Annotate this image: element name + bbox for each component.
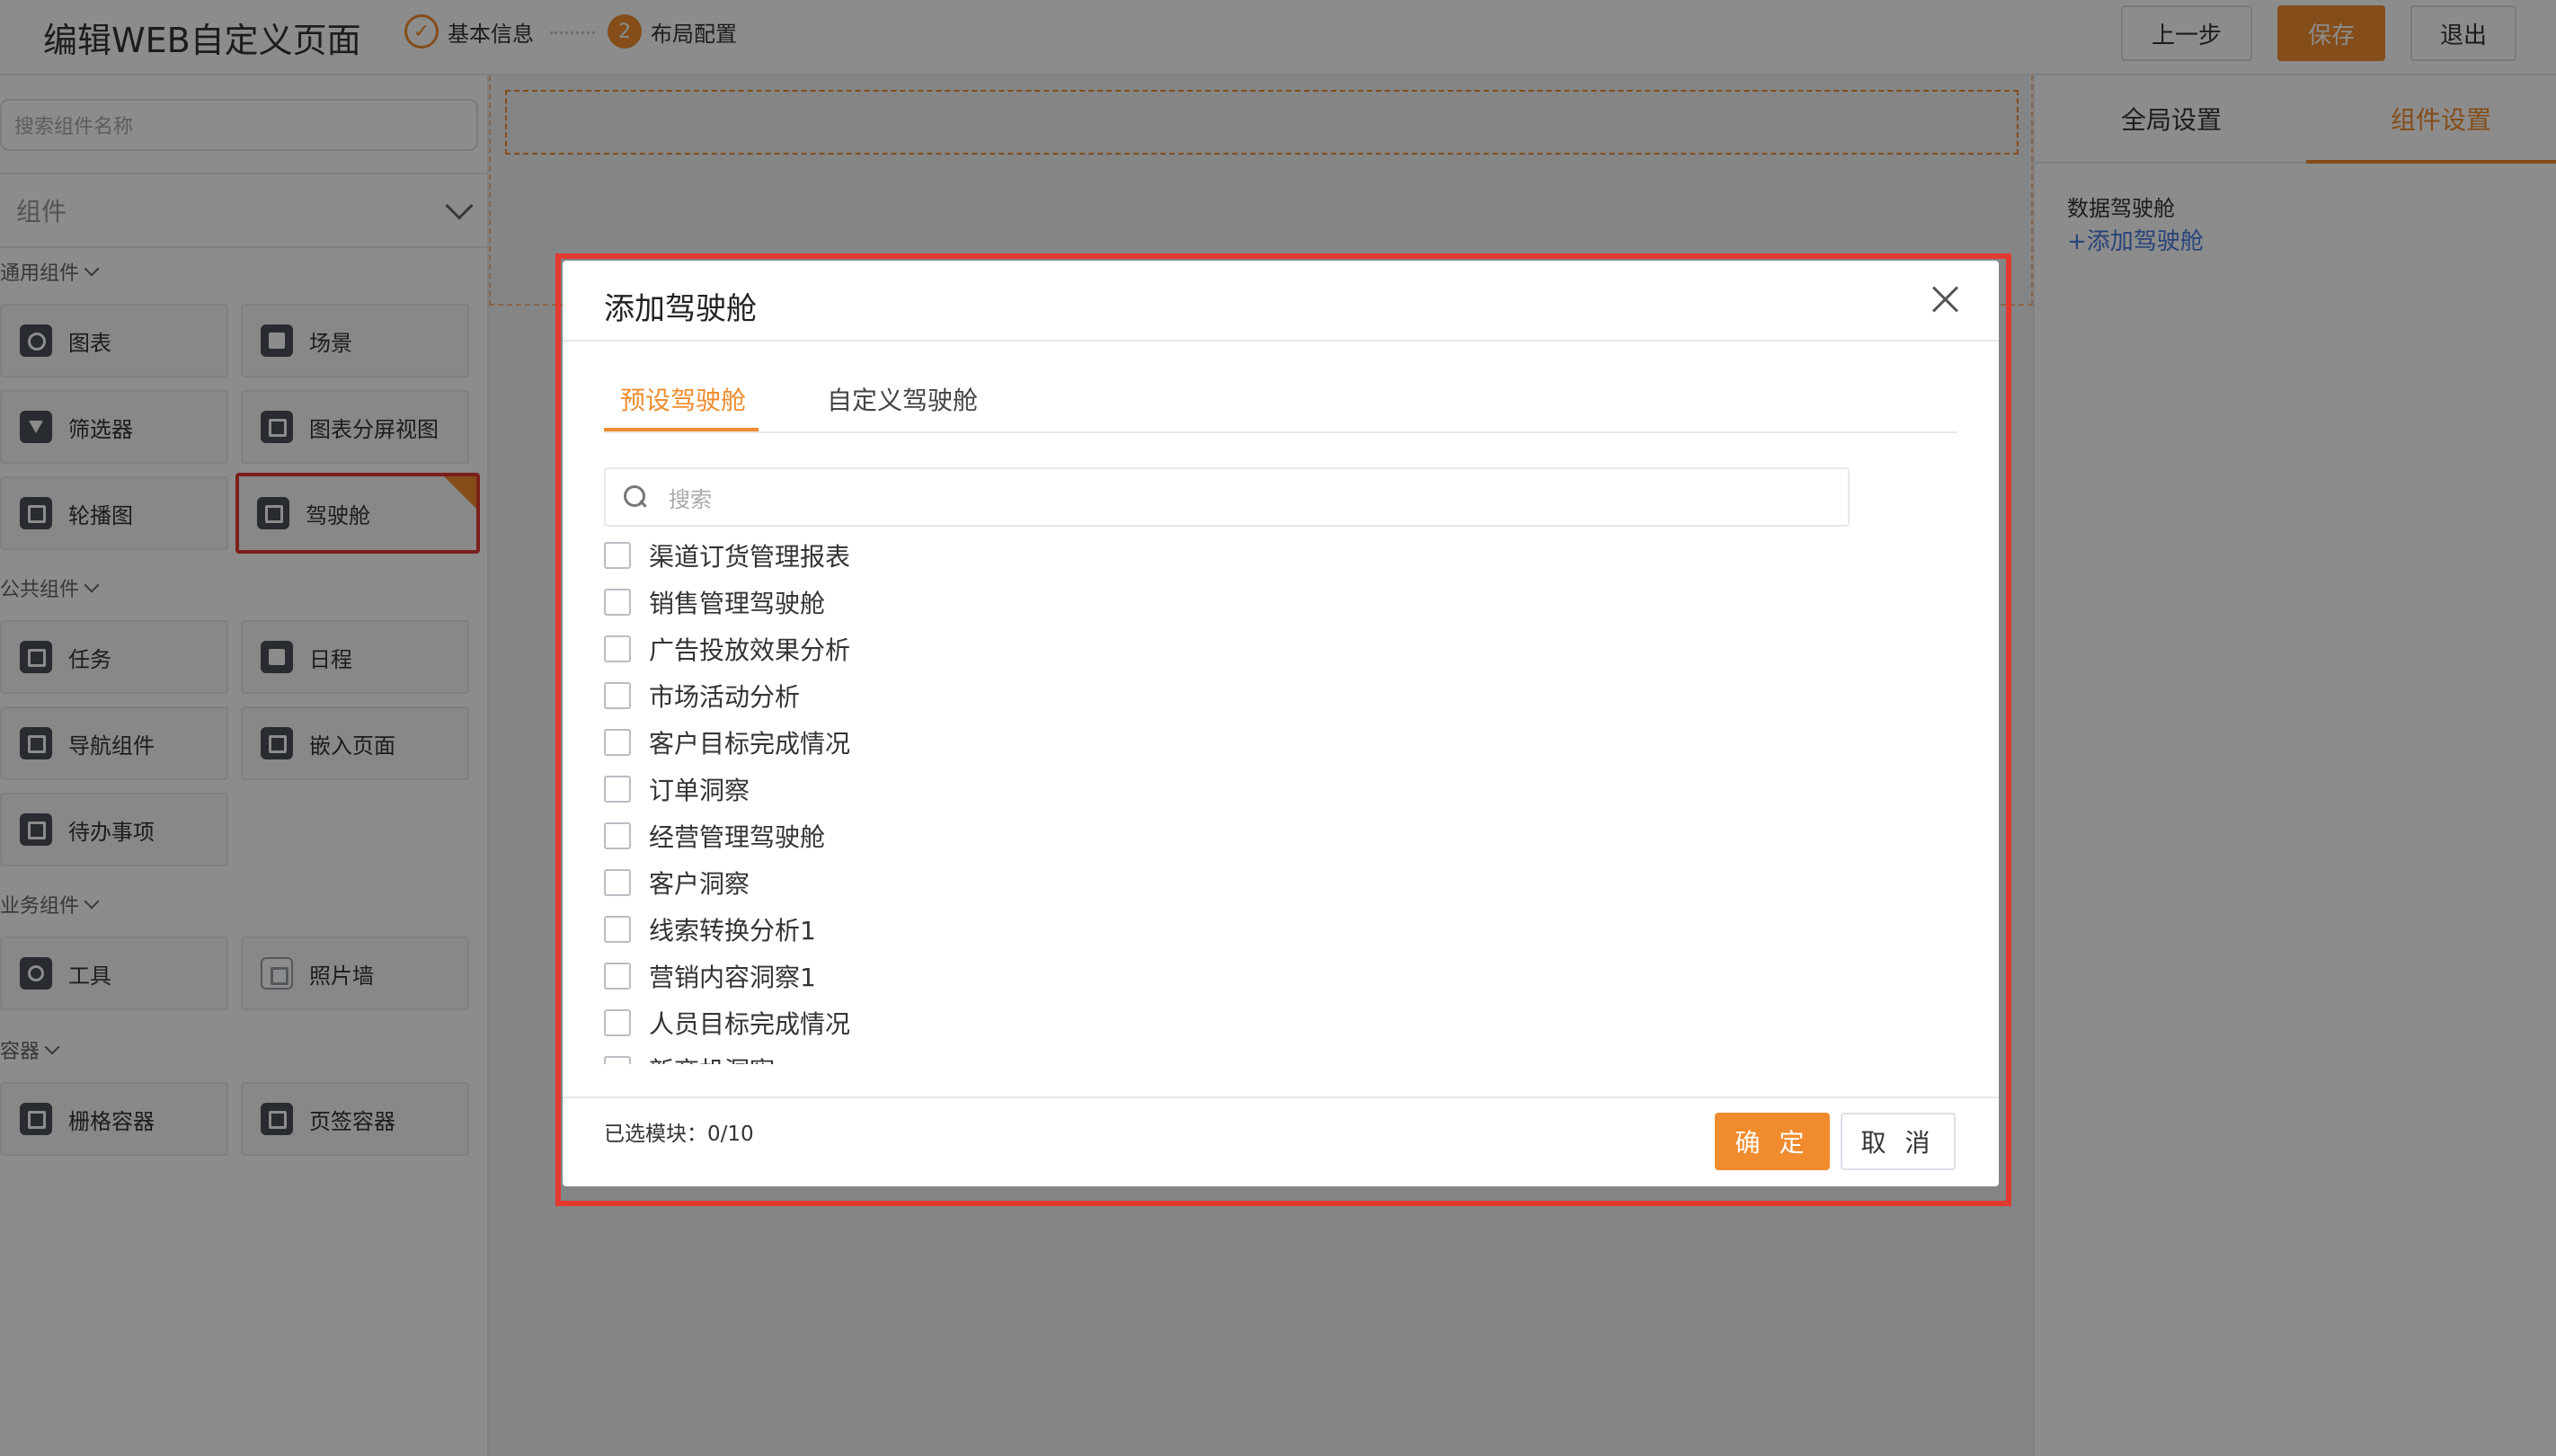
item-label: 线索转换分析1 <box>649 916 816 946</box>
cockpit-search-input[interactable]: 搜索 <box>604 467 1850 527</box>
list-item[interactable]: 广告投放效果分析 <box>604 629 850 669</box>
item-label: 经营管理驾驶舱 <box>649 822 826 852</box>
cockpit-list[interactable]: 渠道订货管理报表 销售管理驾驶舱 广告投放效果分析 市场活动分析 客户目标完成情… <box>604 536 1850 1064</box>
selected-count: 已选模块：0/10 <box>604 1123 754 1146</box>
item-label: 销售管理驾驶舱 <box>649 589 826 618</box>
checkbox[interactable] <box>604 776 631 803</box>
cancel-button[interactable]: 取 消 <box>1841 1113 1956 1170</box>
active-tab-indicator <box>604 428 759 431</box>
checkbox[interactable] <box>604 542 631 569</box>
list-item[interactable]: 销售管理驾驶舱 <box>604 582 825 622</box>
list-item[interactable]: 新商机洞察 <box>604 1050 775 1064</box>
confirm-button[interactable]: 确 定 <box>1715 1113 1830 1170</box>
item-label: 客户洞察 <box>649 869 750 899</box>
checkbox[interactable] <box>604 822 631 849</box>
checkbox[interactable] <box>604 682 631 709</box>
item-label: 营销内容洞察1 <box>649 963 816 992</box>
list-item[interactable]: 经营管理驾驶舱 <box>604 816 825 856</box>
tab-custom-cockpit[interactable]: 自定义驾驶舱 <box>827 381 978 417</box>
checkbox[interactable] <box>604 635 631 662</box>
list-item[interactable]: 营销内容洞察1 <box>604 956 816 996</box>
dialog-tabs: 预设驾驶舱 自定义驾驶舱 <box>604 381 1957 433</box>
dialog-footer: 已选模块：0/10 确 定 取 消 <box>563 1096 1999 1186</box>
search-placeholder: 搜索 <box>669 486 712 512</box>
item-label: 广告投放效果分析 <box>649 635 851 665</box>
checkbox[interactable] <box>604 1056 631 1064</box>
list-item[interactable]: 线索转换分析1 <box>604 910 816 949</box>
checkbox[interactable] <box>604 589 631 616</box>
list-item[interactable]: 渠道订货管理报表 <box>604 536 850 575</box>
dialog-title: 添加驾驶舱 <box>604 291 757 327</box>
checkbox[interactable] <box>604 869 631 896</box>
close-icon[interactable] <box>1927 280 1963 316</box>
item-label: 订单洞察 <box>649 776 750 805</box>
tab-preset-cockpit[interactable]: 预设驾驶舱 <box>620 381 746 417</box>
list-item[interactable]: 市场活动分析 <box>604 676 800 715</box>
list-item[interactable]: 客户洞察 <box>604 863 750 902</box>
checkbox[interactable] <box>604 729 631 756</box>
list-item[interactable]: 人员目标完成情况 <box>604 1003 850 1043</box>
item-label: 渠道订货管理报表 <box>649 542 851 572</box>
search-icon <box>624 485 647 509</box>
checkbox[interactable] <box>604 1009 631 1036</box>
item-label: 市场活动分析 <box>649 682 801 712</box>
item-label: 新商机洞察 <box>649 1052 775 1064</box>
checkbox[interactable] <box>604 963 631 990</box>
item-label: 人员目标完成情况 <box>649 1009 851 1039</box>
add-cockpit-dialog: 添加驾驶舱 预设驾驶舱 自定义驾驶舱 搜索 渠道订货管理报表 销售管理驾驶舱 广… <box>563 261 1999 1186</box>
checkbox[interactable] <box>604 916 631 943</box>
list-item[interactable]: 客户目标完成情况 <box>604 723 850 762</box>
dialog-header: 添加驾驶舱 <box>563 261 1999 342</box>
item-label: 客户目标完成情况 <box>649 729 851 759</box>
list-item[interactable]: 订单洞察 <box>604 769 750 809</box>
